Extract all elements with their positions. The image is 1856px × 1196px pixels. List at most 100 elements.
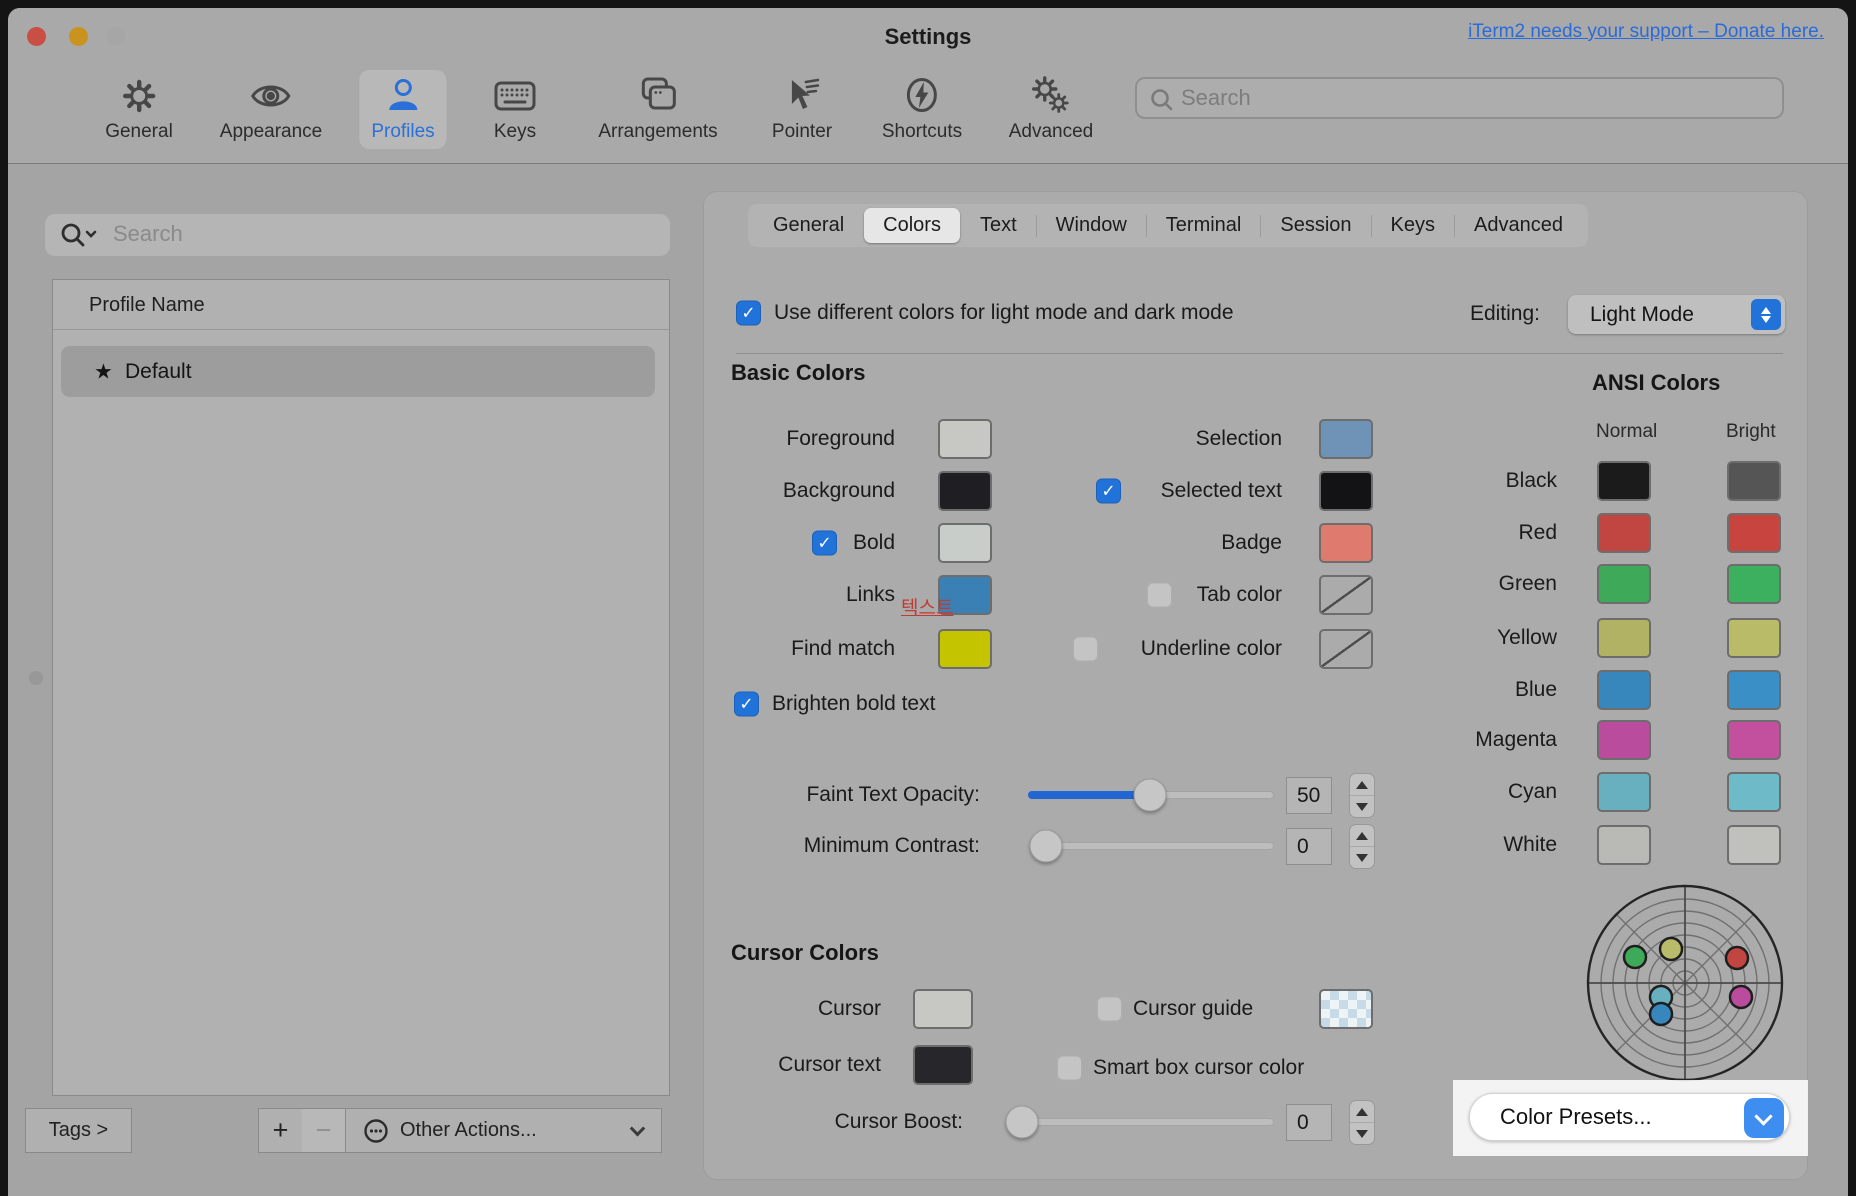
cursor-guide-checkbox[interactable] xyxy=(1097,997,1122,1022)
cursor-boost-label: Cursor Boost: xyxy=(835,1110,963,1134)
pane-resize-dot[interactable] xyxy=(29,671,43,685)
cursor-text-color-well[interactable] xyxy=(913,1045,973,1085)
search-filter-icon xyxy=(59,221,105,249)
foreground-label: Foreground xyxy=(786,427,895,451)
toolbar-item-general[interactable]: General xyxy=(93,70,185,149)
tab-terminal[interactable]: Terminal xyxy=(1147,208,1261,243)
ansi-blue-bright-well[interactable] xyxy=(1727,670,1781,710)
min-contrast-knob[interactable] xyxy=(1030,830,1063,863)
different-colors-checkbox[interactable] xyxy=(736,301,761,326)
bold-checkbox[interactable] xyxy=(812,531,837,556)
faint-opacity-value[interactable]: 50 xyxy=(1286,777,1332,814)
badge-color-well[interactable] xyxy=(1319,523,1373,563)
color-presets-dropdown[interactable]: Color Presets... xyxy=(1469,1093,1790,1141)
selected-text-checkbox[interactable] xyxy=(1096,479,1121,504)
tab-general[interactable]: General xyxy=(754,208,863,243)
toolbar-label-appearance: Appearance xyxy=(220,121,322,143)
bolt-icon xyxy=(899,74,945,118)
search-icon xyxy=(1149,87,1175,113)
color-presets-button[interactable] xyxy=(1744,1098,1784,1138)
ansi-magenta-label: Magenta xyxy=(1475,728,1557,752)
foreground-color-well[interactable] xyxy=(938,419,992,459)
toolbar-item-advanced[interactable]: Advanced xyxy=(997,70,1106,149)
toolbar-label-advanced: Advanced xyxy=(1009,121,1094,143)
ansi-blue-normal-well[interactable] xyxy=(1597,670,1651,710)
chevron-down-icon xyxy=(630,1121,646,1137)
toolbar-search-field[interactable] xyxy=(1135,77,1784,119)
cursor-color-well[interactable] xyxy=(913,989,973,1029)
ansi-black-bright-well[interactable] xyxy=(1727,461,1781,501)
faint-opacity-stepper[interactable] xyxy=(1349,773,1375,818)
tab-window[interactable]: Window xyxy=(1037,208,1146,243)
donate-link[interactable]: iTerm2 needs your support – Donate here. xyxy=(1468,21,1824,43)
toolbar-item-appearance[interactable]: Appearance xyxy=(208,70,334,149)
ansi-cyan-normal-well[interactable] xyxy=(1597,772,1651,812)
ansi-red-bright-well[interactable] xyxy=(1727,513,1781,553)
ansi-white-normal-well[interactable] xyxy=(1597,825,1651,865)
ansi-yellow-normal-well[interactable] xyxy=(1597,618,1651,658)
toolbar-item-shortcuts[interactable]: Shortcuts xyxy=(870,70,974,149)
toolbar-item-profiles[interactable]: Profiles xyxy=(359,70,446,149)
ansi-magenta-normal-well[interactable] xyxy=(1597,720,1651,760)
brighten-bold-checkbox[interactable] xyxy=(734,692,759,717)
toolbar-item-keys[interactable]: Keys xyxy=(480,70,550,149)
profile-search-input[interactable] xyxy=(111,215,651,253)
chevron-down-icon xyxy=(1754,1107,1772,1125)
add-profile-button[interactable]: + xyxy=(258,1108,303,1153)
tab-keys[interactable]: Keys xyxy=(1372,208,1454,243)
tab-text[interactable]: Text xyxy=(961,208,1036,243)
tags-button[interactable]: Tags > xyxy=(25,1108,132,1153)
cursor-guide-color-well[interactable] xyxy=(1319,989,1373,1029)
ansi-black-normal-well[interactable] xyxy=(1597,461,1651,501)
toolbar-item-pointer[interactable]: Pointer xyxy=(760,70,844,149)
bold-color-well[interactable] xyxy=(938,523,992,563)
cursor-boost-knob[interactable] xyxy=(1006,1106,1039,1139)
underline-color-checkbox[interactable] xyxy=(1073,637,1098,662)
background-color-well[interactable] xyxy=(938,471,992,511)
tab-session[interactable]: Session xyxy=(1261,208,1370,243)
badge-label: Badge xyxy=(1221,531,1282,555)
tab-colors[interactable]: Colors xyxy=(864,208,960,243)
toolbar-label-profiles: Profiles xyxy=(371,121,434,143)
ansi-black-label: Black xyxy=(1506,469,1557,493)
min-contrast-value[interactable]: 0 xyxy=(1286,828,1332,865)
underline-color-well[interactable] xyxy=(1319,629,1373,669)
ansi-yellow-bright-well[interactable] xyxy=(1727,618,1781,658)
min-contrast-slider[interactable] xyxy=(1028,842,1274,850)
person-icon xyxy=(380,74,426,118)
ansi-white-bright-well[interactable] xyxy=(1727,825,1781,865)
cursor-boost-value[interactable]: 0 xyxy=(1286,1104,1332,1141)
tab-advanced[interactable]: Advanced xyxy=(1455,208,1582,243)
ansi-cyan-bright-well[interactable] xyxy=(1727,772,1781,812)
profile-search-field[interactable] xyxy=(45,214,670,256)
cursor-icon xyxy=(779,74,825,118)
cursor-guide-label: Cursor guide xyxy=(1133,997,1253,1021)
toolbar-search-input[interactable] xyxy=(1179,79,1769,117)
find-match-label: Find match xyxy=(791,637,895,661)
ansi-white-label: White xyxy=(1503,833,1557,857)
cursor-boost-slider[interactable] xyxy=(1008,1118,1274,1126)
brighten-bold-label: Brighten bold text xyxy=(772,692,935,716)
ansi-green-bright-well[interactable] xyxy=(1727,564,1781,604)
remove-profile-button[interactable]: − xyxy=(302,1108,346,1153)
tab-color-well[interactable] xyxy=(1319,575,1373,615)
cursor-colors-title: Cursor Colors xyxy=(731,940,879,966)
ansi-red-normal-well[interactable] xyxy=(1597,513,1651,553)
ansi-magenta-bright-well[interactable] xyxy=(1727,720,1781,760)
toolbar-item-arrangements[interactable]: Arrangements xyxy=(586,70,729,149)
min-contrast-stepper[interactable] xyxy=(1349,824,1375,869)
ansi-green-normal-well[interactable] xyxy=(1597,564,1651,604)
editing-mode-popup[interactable]: Light Mode xyxy=(1568,295,1785,334)
cursor-boost-stepper[interactable] xyxy=(1349,1100,1375,1145)
profile-row-default[interactable]: ★ Default xyxy=(61,346,655,397)
find-match-color-well[interactable] xyxy=(938,629,992,669)
tab-color-checkbox[interactable] xyxy=(1147,583,1172,608)
faint-opacity-label: Faint Text Opacity: xyxy=(806,783,980,807)
faint-opacity-knob[interactable] xyxy=(1134,779,1167,812)
selected-text-color-well[interactable] xyxy=(1319,471,1373,511)
other-actions-menu[interactable]: Other Actions... xyxy=(345,1108,662,1153)
toolbar-label-shortcuts: Shortcuts xyxy=(882,121,962,143)
selection-color-well[interactable] xyxy=(1319,419,1373,459)
ansi-yellow-label: Yellow xyxy=(1497,626,1557,650)
smart-box-cursor-checkbox[interactable] xyxy=(1057,1056,1082,1081)
